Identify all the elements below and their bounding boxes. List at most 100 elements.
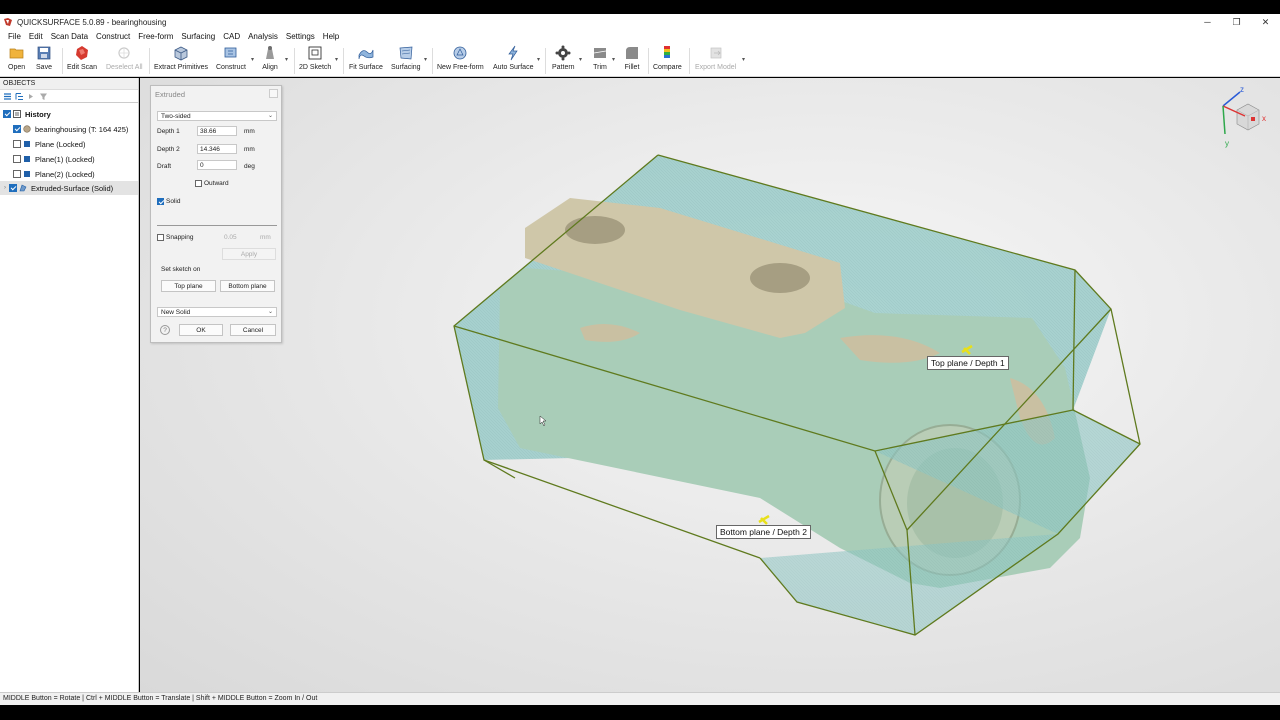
dialog-close-button[interactable] [269, 89, 278, 98]
minimize-button[interactable]: ─ [1193, 14, 1222, 30]
list-view-icon[interactable] [3, 92, 12, 101]
extruded-visibility-checkbox[interactable] [9, 184, 17, 192]
tree-item-label: Plane (Locked) [35, 139, 86, 149]
orientation-gizmo[interactable]: z x y [1215, 84, 1269, 150]
cancel-button[interactable]: Cancel [230, 324, 276, 336]
bottom-letterbox [0, 705, 1280, 720]
export-model-button[interactable]: Export Model [695, 45, 736, 76]
surfacing-icon [399, 46, 413, 60]
surfacing-dropdown-icon[interactable]: ▾ [424, 56, 427, 63]
menu-construct[interactable]: Construct [92, 32, 134, 41]
edit-scan-button[interactable]: Edit Scan [67, 45, 97, 76]
draft-label: Draft [157, 163, 172, 170]
depth2-input[interactable]: 14.346 [197, 144, 237, 154]
ok-button[interactable]: OK [179, 324, 223, 336]
outward-check-box[interactable] [195, 180, 202, 187]
3d-viewport[interactable]: z x y Top plane / Depth 1 Bottom plane /… [140, 78, 1280, 692]
snapping-checkbox[interactable]: Snapping [157, 234, 193, 241]
menu-scan-data[interactable]: Scan Data [47, 32, 92, 41]
toolbar-divider [343, 48, 344, 74]
auto-surface-label: Auto Surface [493, 64, 534, 71]
construct-button[interactable]: Construct [216, 45, 246, 76]
help-icon[interactable]: ? [160, 325, 170, 335]
output-mode-select[interactable]: New Solid ⌄ [157, 307, 277, 317]
outward-checkbox[interactable]: Outward [195, 180, 229, 187]
sketch-dropdown-icon[interactable]: ▾ [335, 56, 338, 63]
menu-help[interactable]: Help [319, 32, 343, 41]
filter-icon[interactable] [39, 92, 48, 101]
pattern-button[interactable]: Pattern [552, 45, 575, 76]
depth1-input[interactable]: 38.66 [197, 126, 237, 136]
toolbar-divider [62, 48, 63, 74]
depth2-handle-icon [758, 514, 770, 525]
close-window-button[interactable]: ✕ [1251, 14, 1280, 30]
apply-button[interactable]: Apply [222, 248, 276, 260]
tree-item-plane-1[interactable]: Plane(1) (Locked) [0, 152, 138, 166]
chevron-down-icon: ⌄ [267, 309, 273, 315]
save-button[interactable]: Save [36, 45, 52, 76]
menu-file[interactable]: File [4, 32, 25, 41]
open-button[interactable]: Open [8, 45, 25, 76]
export-model-label: Export Model [695, 64, 737, 71]
menu-edit[interactable]: Edit [25, 32, 47, 41]
pattern-dropdown-icon[interactable]: ▾ [579, 56, 582, 63]
maximize-button[interactable]: ❐ [1222, 14, 1251, 30]
solid-checkbox[interactable]: Solid [157, 198, 180, 205]
trim-button[interactable]: Trim [592, 45, 608, 76]
solid-check-box[interactable] [157, 198, 164, 205]
menu-settings[interactable]: Settings [282, 32, 319, 41]
construct-dropdown-icon[interactable]: ▾ [251, 56, 254, 63]
sketch-2d-label: 2D Sketch [299, 64, 332, 71]
compare-button[interactable]: Compare [653, 45, 682, 76]
tree-item-label: bearinghousing (T: 164 425) [35, 124, 129, 134]
expand-arrow-icon[interactable]: › [4, 185, 6, 191]
collapse-icon[interactable] [27, 92, 36, 101]
plane-icon [24, 171, 30, 177]
sketch-2d-button[interactable]: 2D Sketch [299, 45, 331, 76]
history-icon [13, 110, 21, 118]
menu-surfacing[interactable]: Surfacing [177, 32, 219, 41]
fillet-button[interactable]: Fillet [624, 45, 640, 76]
tree-item-label: History [25, 109, 51, 119]
toolbar-divider [149, 48, 150, 74]
tree-item-label: Plane(1) (Locked) [35, 154, 95, 164]
tree-item-extruded-surface[interactable]: › Extruded-Surface (Solid) [0, 181, 138, 195]
snapping-label: Snapping [166, 234, 194, 241]
fit-surface-button[interactable]: Fit Surface [349, 45, 383, 76]
extract-primitives-label: Extract Primitives [154, 64, 209, 71]
plane-visibility-checkbox[interactable] [13, 155, 21, 163]
tree-item-plane[interactable]: Plane (Locked) [0, 137, 138, 151]
mesh-visibility-checkbox[interactable] [13, 125, 21, 133]
align-button[interactable]: Align [262, 45, 278, 76]
auto-surface-button[interactable]: Auto Surface [493, 45, 533, 76]
tree-item-bearinghousing[interactable]: bearinghousing (T: 164 425) [0, 122, 138, 136]
trim-dropdown-icon[interactable]: ▾ [612, 56, 615, 63]
y-axis-icon [1222, 105, 1226, 135]
menu-analysis[interactable]: Analysis [244, 32, 282, 41]
plane-visibility-checkbox[interactable] [13, 140, 21, 148]
tree-view-icon[interactable] [15, 92, 24, 101]
surfacing-button[interactable]: Surfacing [391, 45, 421, 76]
plane-visibility-checkbox[interactable] [13, 170, 21, 178]
auto-surface-dropdown-icon[interactable]: ▾ [537, 56, 540, 63]
bottom-plane-button[interactable]: Bottom plane [220, 280, 275, 292]
depth2-unit: mm [244, 146, 255, 153]
extrude-mode-select[interactable]: Two-sided ⌄ [157, 111, 277, 121]
tree-item-history[interactable]: History [0, 107, 138, 121]
deselect-all-button[interactable]: Deselect All [106, 45, 143, 76]
menu-free-form[interactable]: Free-form [134, 32, 177, 41]
align-dropdown-icon[interactable]: ▾ [285, 56, 288, 63]
extract-primitives-button[interactable]: Extract Primitives [154, 45, 208, 76]
draft-input[interactable]: 0 [197, 160, 237, 170]
export-dropdown-icon[interactable]: ▾ [742, 56, 745, 63]
menu-cad[interactable]: CAD [219, 32, 244, 41]
snapping-check-box[interactable] [157, 234, 164, 241]
history-checkbox[interactable] [3, 110, 11, 118]
new-freeform-button[interactable]: New Free-form [437, 45, 484, 76]
depth1-label: Depth 1 [157, 128, 180, 135]
construct-icon [224, 47, 237, 58]
tree-item-plane-2[interactable]: Plane(2) (Locked) [0, 167, 138, 181]
cube-icon [174, 46, 188, 61]
top-plane-button[interactable]: Top plane [161, 280, 216, 292]
mounting-hole [565, 216, 625, 244]
